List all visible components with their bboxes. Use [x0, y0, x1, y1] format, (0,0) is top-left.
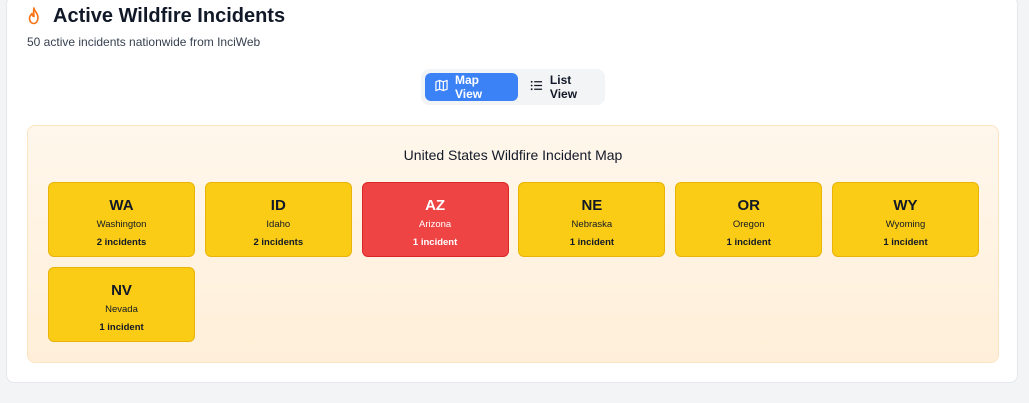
incident-count: 1 incident	[726, 237, 771, 248]
state-abbr: WY	[893, 197, 918, 214]
incident-count: 2 incidents	[96, 237, 147, 248]
state-tile-ne[interactable]: NE Nebraska 1 incident	[518, 182, 666, 257]
state-name: Arizona	[418, 219, 452, 230]
incident-count: 1 incident	[883, 237, 928, 248]
state-abbr: NE	[581, 197, 603, 214]
header: Active Wildfire Incidents 50 active inci…	[27, 5, 285, 49]
state-name: Nevada	[105, 304, 138, 315]
flame-icon	[27, 6, 45, 27]
incident-map: United States Wildfire Incident Map WA Wa…	[27, 125, 999, 363]
state-name: Idaho	[266, 219, 291, 230]
incident-count: 1 incident	[412, 237, 458, 248]
state-abbr: OR	[737, 197, 760, 214]
view-toggle: Map View List View	[421, 69, 605, 105]
map-view-button[interactable]: Map View	[425, 73, 518, 101]
state-name: Washington	[96, 219, 147, 230]
state-name: Wyoming	[885, 219, 926, 230]
list-icon	[530, 79, 550, 95]
page-subtitle: 50 active incidents nationwide from Inci…	[27, 35, 261, 49]
state-tile-or[interactable]: OR Oregon 1 incident	[675, 182, 823, 257]
title-row: Active Wildfire Incidents	[27, 5, 285, 28]
state-tile-wa[interactable]: WA Washington 2 incidents	[48, 182, 195, 257]
page-title: Active Wildfire Incidents	[53, 5, 286, 27]
incident-count: 1 incident	[569, 237, 615, 248]
incident-count: 2 incidents	[253, 237, 304, 248]
list-view-button[interactable]: List View	[520, 73, 601, 101]
state-tile-wy[interactable]: WY Wyoming 1 incident	[831, 182, 979, 257]
state-name: Oregon	[732, 219, 765, 230]
state-grid: WA Washington 2 incidents ID Idaho 2 incident…	[48, 182, 979, 342]
state-abbr: AZ	[425, 197, 446, 214]
map-icon	[435, 79, 455, 95]
state-abbr: ID	[270, 197, 286, 214]
map-title: United States Wildfire Incident Map	[403, 147, 623, 163]
state-abbr: WA	[109, 197, 134, 214]
state-tile-id[interactable]: ID Idaho 2 incidents	[204, 182, 352, 257]
state-abbr: NV	[111, 282, 132, 299]
state-name: Nebraska	[571, 219, 613, 230]
state-tile-nv[interactable]: NV Nevada 1 incident	[48, 267, 195, 342]
incident-count: 1 incident	[99, 322, 144, 333]
list-view-label: List View	[549, 73, 578, 101]
state-tile-az[interactable]: AZ Arizona 1 incident	[361, 182, 509, 257]
incidents-card: Active Wildfire Incidents 50 active inci…	[6, 0, 1018, 383]
map-view-label: Map View	[455, 73, 483, 101]
